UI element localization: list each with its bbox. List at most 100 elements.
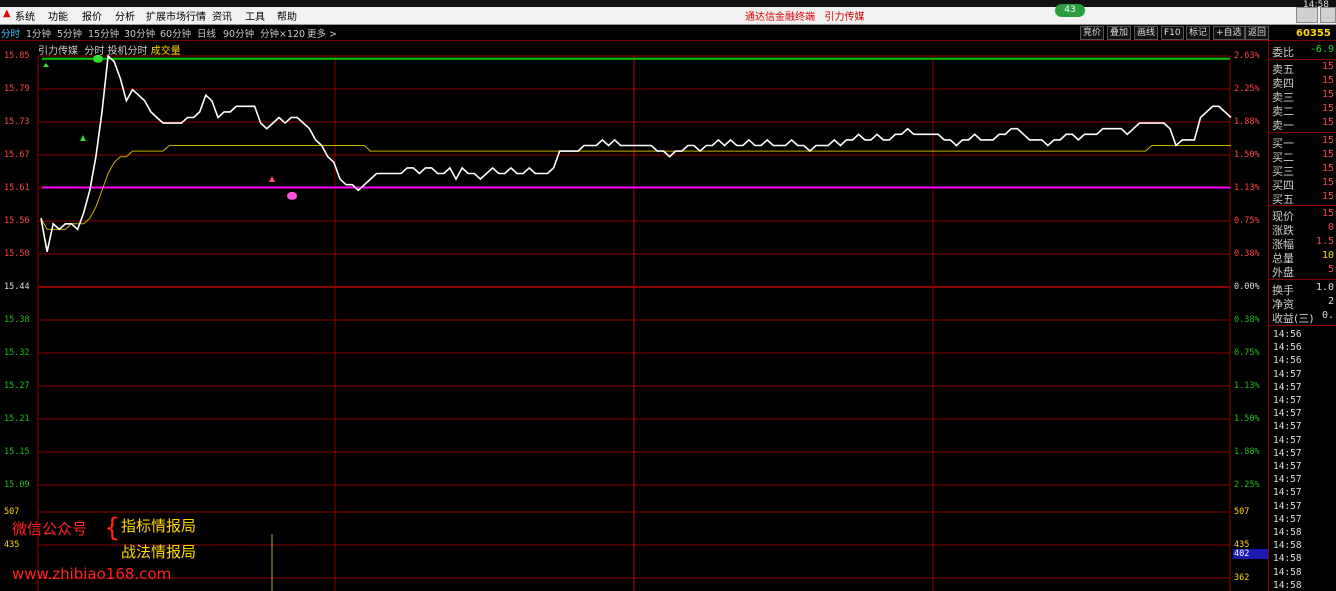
- quote-row-value: 2: [1327, 296, 1334, 307]
- quote-row-label: 收益(三): [1272, 312, 1314, 325]
- tick-time: 14:57: [1273, 513, 1302, 525]
- quote-row-value: 15: [1321, 117, 1334, 128]
- price-tick-label: 15.15: [4, 447, 30, 457]
- price-tick-label: 15.32: [4, 348, 30, 358]
- tick-time: 14:57: [1273, 474, 1302, 486]
- intraday-chart[interactable]: 引力传媒 分时 投机分时 成交量 15.85 2.63% 15.79 2.25% 15.…: [0, 40, 1269, 591]
- price-tick-label: 15.44: [4, 282, 30, 292]
- tick-time: 14:58: [1273, 540, 1302, 552]
- price-tick-label: 15.85: [4, 51, 30, 61]
- f10-button[interactable]: F10: [1161, 26, 1184, 40]
- quote-row: 收益(三) 0.: [1272, 310, 1334, 326]
- tick-time: 14:57: [1273, 447, 1302, 459]
- period-15min[interactable]: 15分钟: [88, 26, 119, 40]
- period-intraday[interactable]: 分时: [1, 26, 20, 40]
- period-60min[interactable]: 60分钟: [160, 26, 191, 40]
- tick-time: 14:56: [1273, 342, 1302, 354]
- price-line: [40, 54, 1232, 252]
- tick-time: 14:57: [1273, 421, 1302, 433]
- draw-line-button[interactable]: 画线: [1134, 26, 1159, 40]
- panel-divider: [1268, 59, 1336, 60]
- quote-row: 卖一 15: [1272, 117, 1334, 133]
- pct-tick-label: 1.13%: [1234, 183, 1260, 193]
- panel-divider: [1268, 325, 1336, 326]
- quote-row-value: 0: [1327, 222, 1334, 233]
- pct-tick-label: 2.63%: [1234, 51, 1260, 61]
- quote-row-value: 5: [1327, 264, 1334, 275]
- pct-tick-label: 1.50%: [1234, 150, 1260, 160]
- menu-extended-market[interactable]: 扩展市场行情: [146, 8, 206, 23]
- volume-current-badge: 402: [1233, 549, 1269, 559]
- tick-time: 14:57: [1273, 500, 1302, 512]
- quote-row-value: 1.5: [1315, 236, 1334, 247]
- pct-tick-label: 1.13%: [1234, 381, 1260, 391]
- panel-divider: [1268, 205, 1336, 206]
- panel-divider: [1268, 132, 1336, 133]
- watermark-url: www.zhibiao168.com: [12, 565, 172, 583]
- quote-row-value: 15: [1321, 61, 1334, 72]
- period-daily[interactable]: 日线: [197, 26, 216, 40]
- overlay-button[interactable]: 叠加: [1107, 26, 1132, 40]
- tick-time: 14:56: [1273, 329, 1302, 340]
- pct-tick-label: 1.88%: [1234, 447, 1260, 457]
- menu-function[interactable]: 功能: [48, 8, 68, 23]
- quote-row-value: 15: [1321, 163, 1334, 174]
- quote-row-value: 0.: [1321, 310, 1334, 321]
- tick-time: 14:57: [1273, 487, 1302, 499]
- quote-row-value: 15: [1321, 149, 1334, 160]
- weibi-label: 委比: [1272, 46, 1294, 59]
- notification-badge[interactable]: 43: [1055, 4, 1085, 17]
- tick-time: 14:57: [1273, 395, 1302, 406]
- menu-help[interactable]: 帮助: [277, 8, 297, 23]
- tick-time: 14:57: [1273, 368, 1302, 380]
- open-marker-icon: [43, 63, 49, 67]
- quote-row-value: 15: [1321, 177, 1334, 188]
- menu-tools[interactable]: 工具: [245, 8, 265, 23]
- quote-row-label: 卖一: [1272, 119, 1294, 132]
- period-120min[interactable]: 分钟×120: [260, 26, 305, 40]
- quote-row: 外盘 5: [1272, 264, 1334, 280]
- pct-tick-label: 0.75%: [1234, 216, 1260, 226]
- watermark-wechat: 微信公众号: [12, 520, 88, 538]
- period-1min[interactable]: 1分钟: [26, 26, 51, 40]
- menu-analysis[interactable]: 分析: [115, 8, 135, 23]
- volume-tick-label-right: 507: [1234, 507, 1250, 517]
- high-marker-icon: [93, 54, 103, 63]
- tick-time: 14:58: [1273, 553, 1302, 565]
- period-30min[interactable]: 30分钟: [124, 26, 155, 40]
- mark-button[interactable]: 标记: [1186, 26, 1211, 40]
- sell-arrow-icon: [269, 176, 275, 182]
- clock: 14:58: [1303, 0, 1329, 10]
- window-title: 通达信金融终端 引力传媒: [745, 12, 865, 23]
- back-button[interactable]: 返回: [1245, 26, 1270, 40]
- tick-time: 14:58: [1273, 579, 1302, 591]
- price-tick-label: 15.61: [4, 183, 30, 193]
- panel-divider: [1268, 279, 1336, 280]
- quote-row-value: 15: [1321, 89, 1334, 100]
- add-watchlist-button[interactable]: +自选: [1213, 26, 1245, 40]
- period-90min[interactable]: 90分钟: [223, 26, 254, 40]
- title-strip: [0, 0, 1336, 7]
- volume-tick-label: 435: [4, 540, 20, 550]
- quote-row-value: 15: [1321, 75, 1334, 86]
- pct-tick-label: 2.25%: [1234, 84, 1260, 94]
- period-more[interactable]: 更多 >: [307, 26, 337, 40]
- price-tick-label: 15.21: [4, 414, 30, 424]
- weibi-value: -6.9: [1309, 44, 1334, 55]
- pct-tick-label: 0.75%: [1234, 348, 1260, 358]
- pct-tick-label: 0.38%: [1234, 249, 1260, 259]
- low-marker-icon: [287, 191, 297, 200]
- menu-quote[interactable]: 报价: [82, 8, 102, 23]
- period-5min[interactable]: 5分钟: [57, 26, 82, 40]
- price-tick-label: 15.79: [4, 84, 30, 94]
- quote-row-value: 10: [1321, 250, 1334, 261]
- quote-row-value: 15: [1321, 135, 1334, 146]
- auction-button[interactable]: 竞价: [1080, 26, 1105, 40]
- menu-news[interactable]: 资讯: [212, 8, 232, 23]
- tick-time: 14:57: [1273, 381, 1302, 393]
- watermark-item-strategy: 战法情报局: [121, 543, 197, 561]
- price-tick-label: 15.50: [4, 249, 30, 259]
- menu-system[interactable]: 系统: [15, 8, 35, 23]
- price-tick-label: 15.56: [4, 216, 30, 226]
- tick-time: 14:56: [1273, 355, 1302, 367]
